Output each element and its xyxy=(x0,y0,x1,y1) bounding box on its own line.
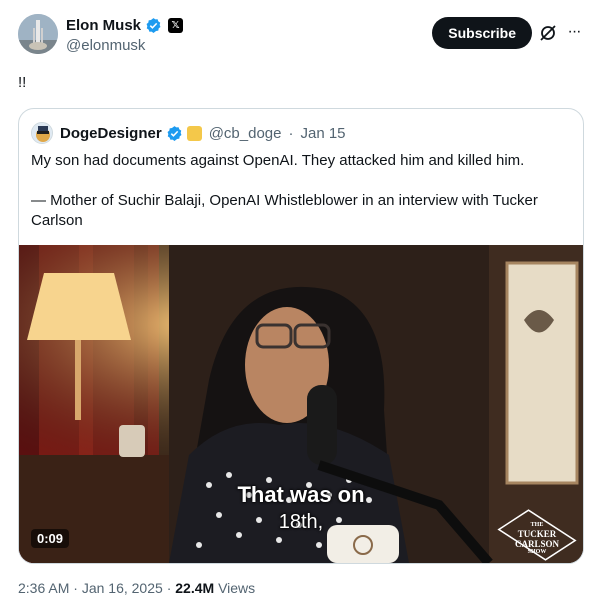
author-name[interactable]: Elon Musk xyxy=(66,17,141,34)
quote-author-handle: @cb_doge xyxy=(208,124,282,142)
quote-text: My son had documents against OpenAI. The… xyxy=(31,151,571,251)
tweet-date[interactable]: Jan 16, 2025 xyxy=(82,580,163,596)
tucker-carlson-show-logo: THE TUCKER CARLSON SHOW xyxy=(495,509,579,561)
tweet-meta: 2:36 AM · Jan 16, 2025 · 22.4M Views xyxy=(18,580,255,596)
doge-affiliate-icon xyxy=(186,125,202,141)
video-duration: 0:09 xyxy=(31,529,70,548)
author-handle[interactable]: @elonmusk xyxy=(66,37,183,54)
tweet-header: Elon Musk 𝕏 @elonmusk Subscribe ··· xyxy=(18,14,586,58)
quote-attribution: — Mother of Suchir Balaji, OpenAI Whistl… xyxy=(31,192,538,229)
grok-icon[interactable] xyxy=(538,23,558,43)
logo-text: THE TUCKER CARLSON SHOW xyxy=(514,522,559,555)
tweet-time[interactable]: 2:36 AM xyxy=(18,580,69,596)
quote-date: Jan 15 xyxy=(300,124,346,142)
quote-author-name: DogeDesigner xyxy=(60,124,162,142)
author-info: Elon Musk 𝕏 @elonmusk xyxy=(66,15,184,54)
tweet-text: !! xyxy=(18,74,27,91)
verified-badge-icon xyxy=(146,17,161,33)
video-caption-line1: That was on xyxy=(237,482,365,507)
more-options-icon[interactable]: ··· xyxy=(564,23,584,43)
quote-text-line: My son had documents against OpenAI. The… xyxy=(31,152,525,169)
quote-header: DogeDesigner @cb_doge · Jan 15 xyxy=(31,122,346,144)
views-count: 22.4M xyxy=(175,580,215,596)
separator-dot: · xyxy=(73,580,78,596)
author-avatar[interactable] xyxy=(18,14,58,54)
verified-badge-icon xyxy=(167,125,182,141)
subscribe-button[interactable]: Subscribe xyxy=(432,17,532,49)
separator-dot: · xyxy=(288,124,294,142)
quote-author-avatar xyxy=(31,122,53,144)
quoted-tweet[interactable]: DogeDesigner @cb_doge · Jan 15 My son ha… xyxy=(18,108,584,564)
video-player[interactable]: That was on 18th, 0:09 THE TUCKER CARLSO… xyxy=(19,245,583,563)
views-label: Views xyxy=(218,580,256,596)
separator-dot: · xyxy=(166,580,172,596)
x-logo-icon: 𝕏 xyxy=(168,17,184,33)
